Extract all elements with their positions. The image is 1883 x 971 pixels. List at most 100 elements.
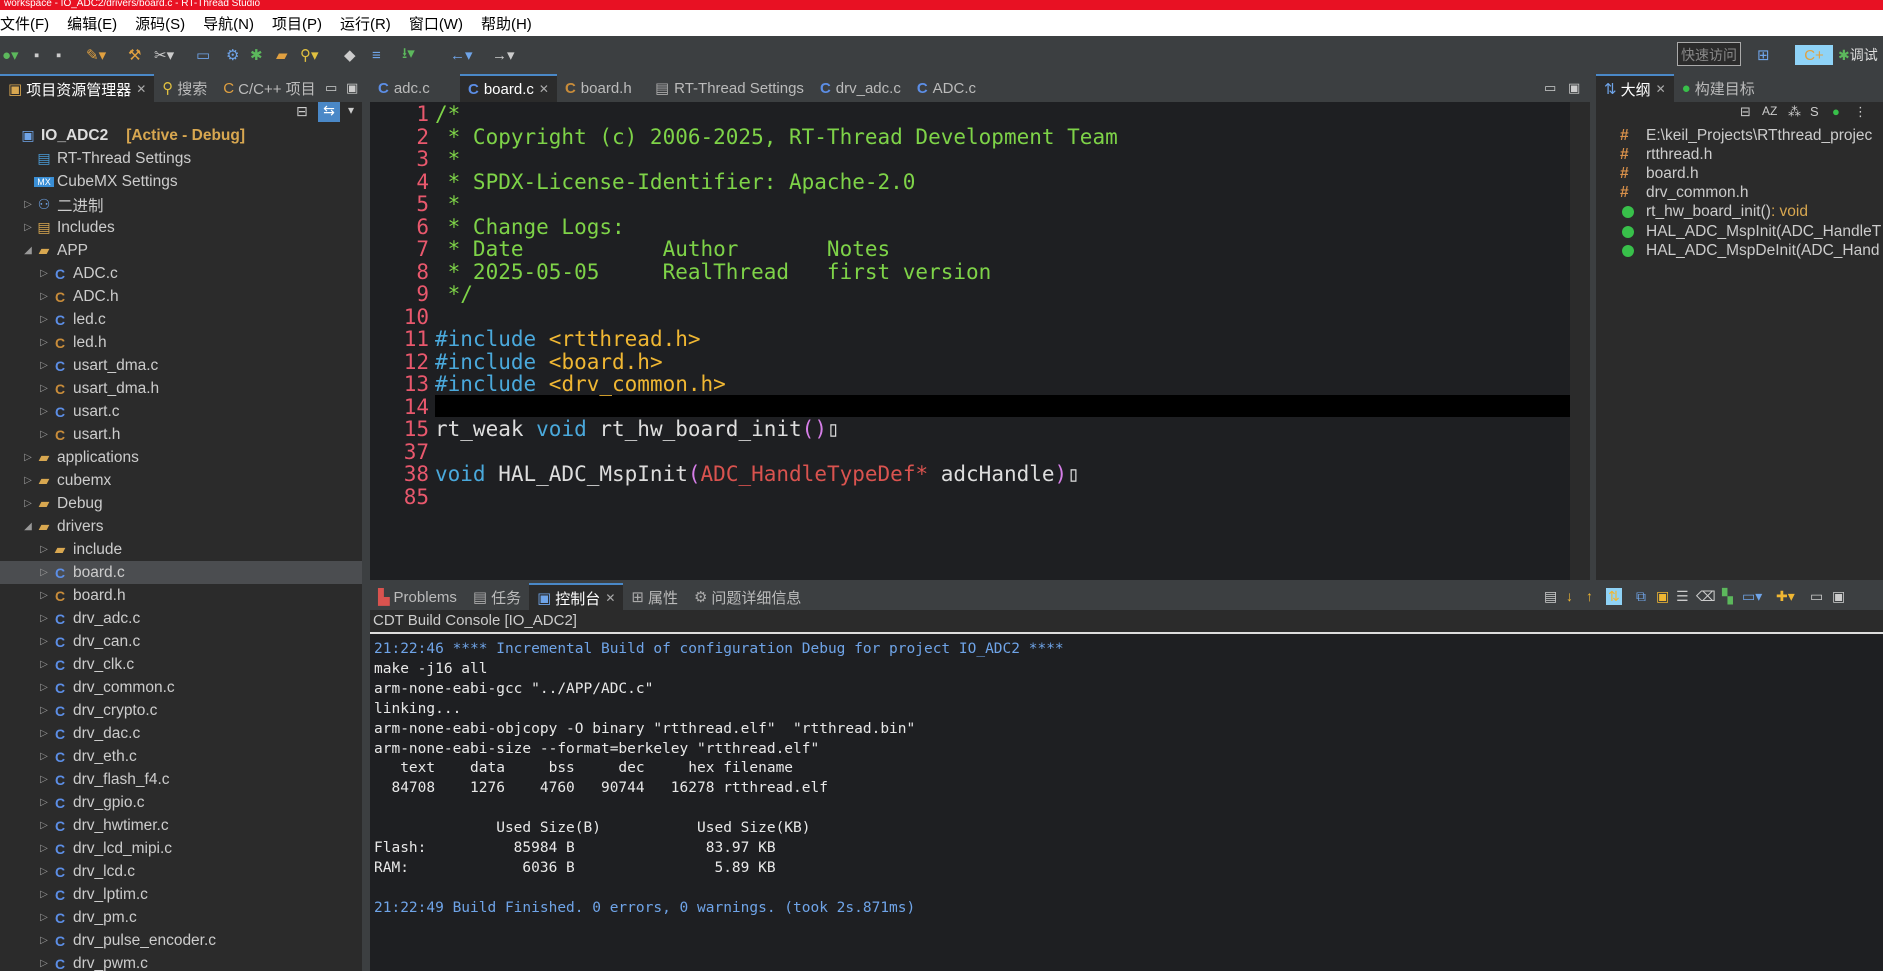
previous-error-icon[interactable]: ↑ [1586, 588, 1593, 604]
tab-right_tabs-1[interactable]: ● 构建目标 [1674, 74, 1763, 102]
hide-static-icon[interactable]: S [1810, 104, 1819, 119]
tree-item[interactable]: MX CubeMX Settings [0, 170, 362, 193]
next-error-icon[interactable]: ↓ [1566, 588, 1573, 604]
download-icon[interactable]: ⭳▾ [402, 45, 415, 65]
tree-item[interactable]: ▷ Cdrv_clk.c [0, 653, 362, 676]
menu-item[interactable]: 项目(P) [263, 13, 331, 34]
collapsed-arrow-icon[interactable]: ▷ [38, 337, 50, 348]
tree-item[interactable]: ▷ Cdrv_pwm.c [0, 952, 362, 971]
quick-access-input[interactable]: 快速访问 [1677, 42, 1741, 66]
tab-editor_tabs-1[interactable]: Cboard.c ✕ [460, 74, 557, 102]
tab-bottom_tabs-1[interactable]: ▤ 任务 [465, 583, 529, 611]
word-wrap-icon[interactable]: ☰ [1676, 588, 1689, 605]
vertical-splitter[interactable] [362, 74, 370, 971]
debug-perspective-button[interactable]: ✱ 调试 [1838, 45, 1878, 65]
menu-item[interactable]: 窗口(W) [400, 13, 472, 34]
collapsed-arrow-icon[interactable]: ▷ [38, 682, 50, 693]
tree-item[interactable]: ▷ ▰ cubemx [0, 469, 362, 492]
collapsed-arrow-icon[interactable]: ▷ [38, 291, 50, 302]
tools-icon[interactable]: ✂▾ [154, 45, 174, 65]
tree-item[interactable]: ▷ ▰ include [0, 538, 362, 561]
view-menu-icon[interactable]: ▾ [348, 103, 354, 117]
tab-editor_tabs-2[interactable]: Cboard.h [557, 74, 647, 102]
hammer-icon[interactable]: ⚒ [128, 45, 141, 65]
tab-bottom_tabs-4[interactable]: ⚙ 问题详细信息 [686, 583, 809, 611]
tree-item[interactable]: ◢ ▰ drivers [0, 515, 362, 538]
tab-editor_tabs-3[interactable]: ▤ RT-Thread Settings [647, 74, 812, 102]
tree-item[interactable]: ▷ Cusart.h [0, 423, 362, 446]
close-icon[interactable]: ✕ [1656, 82, 1666, 96]
collapsed-arrow-icon[interactable]: ▷ [38, 705, 50, 716]
tree-item[interactable]: ▷ Cdrv_can.c [0, 630, 362, 653]
pin-icon[interactable]: ▣ [1656, 588, 1669, 605]
menu-item[interactable]: 运行(R) [331, 13, 400, 34]
layers-icon[interactable]: ≡ [372, 45, 381, 65]
search-icon[interactable]: ⚲▾ [300, 45, 319, 65]
menu-item[interactable]: 帮助(H) [472, 13, 541, 34]
forward-icon[interactable]: →▾ [492, 45, 515, 65]
collapsed-arrow-icon[interactable]: ▷ [38, 544, 50, 555]
tab-left_tabs-2[interactable]: C C/C++ 项目 [215, 74, 323, 102]
collapsed-arrow-icon[interactable]: ▷ [38, 912, 50, 923]
tab-bottom_tabs-2[interactable]: ▣ 控制台 ✕ [529, 583, 624, 611]
clear-console-icon[interactable]: ▤ [1544, 588, 1557, 605]
tab-left_tabs-1[interactable]: ⚲ 搜索 [154, 74, 215, 102]
menu-item[interactable]: 编辑(E) [58, 13, 126, 34]
folder-open-icon[interactable]: ▰ [276, 45, 288, 65]
menu-item[interactable]: 文件(F) [0, 13, 58, 34]
close-icon[interactable]: ✕ [539, 82, 549, 96]
expanded-arrow-icon[interactable]: ◢ [22, 521, 34, 532]
tree-item[interactable]: ▷ Cdrv_lcd_mipi.c [0, 837, 362, 860]
copy-icon[interactable]: ⧉ [1636, 588, 1646, 605]
close-icon[interactable]: ✕ [605, 591, 615, 605]
tree-item[interactable]: ▷ Cdrv_lptim.c [0, 883, 362, 906]
save-icon[interactable]: ▪ [34, 45, 39, 65]
save-all-icon[interactable]: ▪ [56, 45, 61, 65]
minimize-icon[interactable]: ▭ [1544, 80, 1556, 96]
maximize-icon[interactable]: ▣ [1568, 80, 1580, 96]
collapsed-arrow-icon[interactable]: ▷ [38, 268, 50, 279]
tree-item[interactable]: ▷ Cusart.c [0, 400, 362, 423]
expanded-arrow-icon[interactable]: ◢ [22, 245, 34, 256]
collapsed-arrow-icon[interactable]: ▷ [38, 360, 50, 371]
tree-item[interactable]: ▷ Cdrv_common.c [0, 676, 362, 699]
collapsed-arrow-icon[interactable]: ▷ [38, 820, 50, 831]
collapse-all-icon[interactable]: ⊟ [296, 103, 308, 120]
collapsed-arrow-icon[interactable]: ▷ [38, 383, 50, 394]
erase-icon[interactable]: ⌫ [1696, 588, 1716, 605]
display-console-icon[interactable]: ▚ [1722, 588, 1733, 605]
collapsed-arrow-icon[interactable]: ▷ [22, 199, 34, 210]
hide-non-public-icon[interactable]: ● [1832, 104, 1840, 119]
tree-item[interactable]: ▷ ▤ Includes [0, 216, 362, 239]
collapsed-arrow-icon[interactable]: ▷ [38, 314, 50, 325]
tree-item[interactable]: ▷ Cdrv_eth.c [0, 745, 362, 768]
collapsed-arrow-icon[interactable]: ▷ [22, 222, 34, 233]
collapsed-arrow-icon[interactable]: ▷ [22, 498, 34, 509]
tree-item[interactable]: ▷ C ADC.c [0, 262, 362, 285]
collapsed-arrow-icon[interactable]: ▷ [38, 636, 50, 647]
tree-item[interactable]: ▷ ⚇ 二进制 [0, 193, 362, 216]
maximize-icon[interactable]: ▣ [346, 80, 358, 96]
new-console-icon[interactable]: ✚▾ [1776, 588, 1795, 605]
close-icon[interactable]: ✕ [136, 82, 146, 96]
view-menu-icon[interactable]: ⋮ [1854, 104, 1867, 120]
tree-item[interactable]: ▷ Cdrv_pulse_encoder.c [0, 929, 362, 952]
tree-item[interactable]: ▷ Cdrv_lcd.c [0, 860, 362, 883]
tab-editor_tabs-5[interactable]: C ADC.c [909, 74, 999, 102]
maximize-icon[interactable]: ▣ [1832, 588, 1845, 605]
monitor-icon[interactable]: ▭ [196, 45, 210, 65]
collapsed-arrow-icon[interactable]: ▷ [38, 797, 50, 808]
tree-item[interactable]: ▷ Cled.h [0, 331, 362, 354]
build-icon[interactable]: ✎▾ [86, 45, 106, 65]
link-editor-icon[interactable]: ⇆ [318, 102, 340, 122]
tab-bottom_tabs-0[interactable]: ▙ Problems [370, 583, 465, 611]
collapsed-arrow-icon[interactable]: ▷ [38, 406, 50, 417]
collapsed-arrow-icon[interactable]: ▷ [38, 590, 50, 601]
tree-item[interactable]: ▷ Cdrv_adc.c [0, 607, 362, 630]
perspective-icon[interactable]: ⊞ [1757, 45, 1770, 65]
scroll-lock-icon[interactable]: ⇅ [1606, 588, 1622, 605]
new-icon[interactable]: ●▾ [2, 45, 19, 65]
tab-left_tabs-0[interactable]: ▣ 项目资源管理器 ✕ [0, 74, 155, 102]
collapsed-arrow-icon[interactable]: ▷ [22, 475, 34, 486]
collapsed-arrow-icon[interactable]: ▷ [38, 774, 50, 785]
